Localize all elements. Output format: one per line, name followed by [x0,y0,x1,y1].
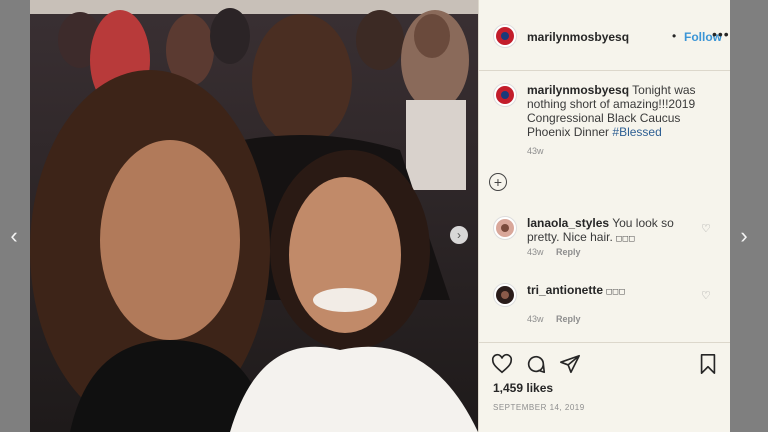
comment-item: tri_antionette □□□ ♡ 43w Reply [479,283,730,331]
carousel-next-button[interactable]: › [450,226,468,244]
post-modal: › marilynmosbyesq • Follow ••• marilynmo… [30,0,730,432]
author-username[interactable]: marilynmosbyesq [527,30,629,44]
next-post-arrow[interactable]: › [734,222,754,250]
more-options-icon[interactable]: ••• [712,26,730,42]
likes-count[interactable]: 1,459 likes [493,381,553,395]
like-heart-icon[interactable] [491,353,513,375]
load-more-comments-icon[interactable]: + [489,173,507,191]
post-header: marilynmosbyesq • Follow ••• [479,0,730,71]
comment-username[interactable]: lanaola_styles [527,216,609,230]
post-sidebar: marilynmosbyesq • Follow ••• marilynmosb… [478,0,730,432]
caption-avatar[interactable] [493,83,517,107]
share-send-icon[interactable] [559,353,581,375]
comment-meta: 43w Reply [527,247,581,257]
chevron-right-icon: › [740,223,748,248]
comment-username[interactable]: tri_antionette [527,283,603,297]
caption-hashtag[interactable]: #Blessed [612,125,661,139]
comments-section[interactable]: marilynmosbyesq Tonight was nothing shor… [479,71,730,341]
commenter-avatar[interactable] [493,216,517,240]
comment-timestamp: 43w [527,314,544,324]
comment-like-icon[interactable]: ♡ [701,289,711,302]
previous-post-arrow[interactable]: ‹ [4,222,24,250]
post-photo-image [30,0,478,432]
comment-meta: 43w Reply [527,314,581,324]
post-date: SEPTEMBER 14, 2019 [493,403,585,412]
post-photo: › [30,0,478,432]
save-bookmark-icon[interactable] [697,353,719,375]
author-avatar[interactable] [493,24,517,48]
separator-dot: • [672,29,677,43]
chevron-left-icon: ‹ [10,223,18,248]
comment-bubble-icon[interactable] [525,353,547,375]
post-caption: marilynmosbyesq Tonight was nothing shor… [527,83,723,139]
comment-text: lanaola_styles You look so pretty. Nice … [527,216,697,246]
comment-text: tri_antionette □□□ [527,283,697,299]
comment-emoji: □□□ [616,234,636,244]
caption-username[interactable]: marilynmosbyesq [527,83,629,97]
chevron-right-icon: › [457,228,461,242]
post-actions: 1,459 likes SEPTEMBER 14, 2019 [479,342,730,432]
reply-button[interactable]: Reply [556,247,581,257]
comment-emoji: □□□ [606,287,626,297]
commenter-avatar[interactable] [493,283,517,307]
reply-button[interactable]: Reply [556,314,581,324]
caption-timestamp: 43w [527,146,544,156]
comment-timestamp: 43w [527,247,544,257]
comment-like-icon[interactable]: ♡ [701,222,711,235]
comment-item: lanaola_styles You look so pretty. Nice … [479,216,730,264]
